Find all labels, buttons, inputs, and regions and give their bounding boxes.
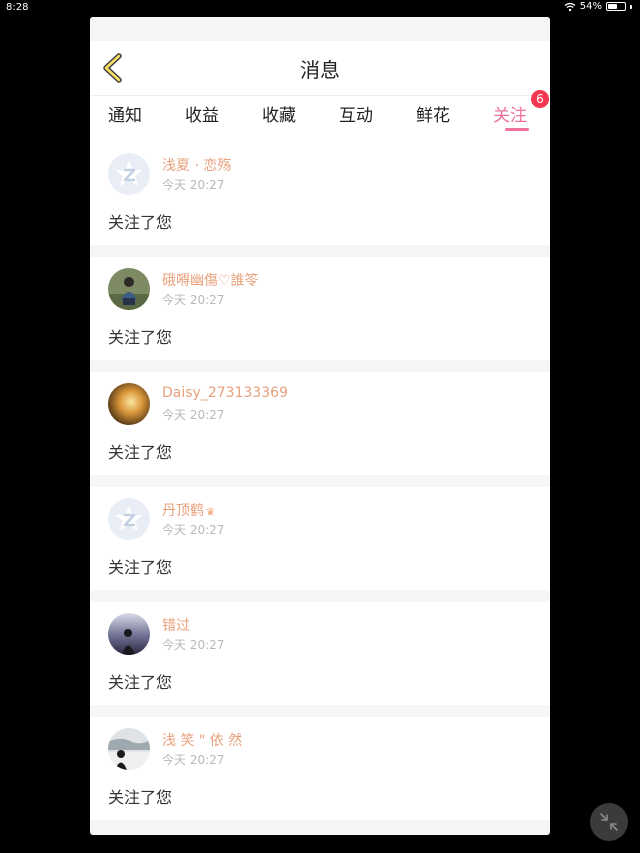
message-text: 关注了您 [108,788,173,807]
crown-icon: ♛ [206,507,215,518]
nav-header: 消息 [90,41,550,96]
message-text: 关注了您 [108,558,173,577]
timestamp: 今天 20:27 [162,293,225,307]
tab-flowers[interactable]: 鲜花 [416,101,450,126]
person-photo-icon [108,268,150,310]
glow-photo-icon [108,383,150,425]
avatar[interactable] [108,153,150,195]
status-time: 8:28 [6,2,29,13]
message-text: 关注了您 [108,213,173,232]
default-avatar-icon [108,498,150,540]
shrink-window-button[interactable] [590,803,628,841]
username[interactable]: 浅 笑 " 依 然 [162,730,242,750]
unread-badge: 6 [531,90,549,108]
tab-earnings[interactable]: 收益 [185,101,219,126]
tab-active-indicator [505,128,529,131]
list-item[interactable]: 硪嘚幽傷♡誰笭 今天 20:27 关注了您 [90,257,550,360]
battery-percent: 54% [579,1,602,12]
tab-favorites[interactable]: 收藏 [262,101,296,126]
message-text: 关注了您 [108,673,173,692]
silhouette-photo-icon [108,613,150,655]
avatar[interactable] [108,728,150,770]
default-avatar-icon [108,153,150,195]
tab-follow-label: 关注 [493,106,527,126]
message-text: 关注了您 [108,328,173,347]
username[interactable]: 硪嘚幽傷♡誰笭 [162,270,259,290]
battery-icon [606,2,626,11]
list-item[interactable]: 错过 今天 20:27 关注了您 [90,602,550,705]
username[interactable]: 错过 [162,615,190,635]
username[interactable]: Daisy_273133369 [162,385,288,401]
timestamp: 今天 20:27 [162,638,225,652]
tab-bar: 通知 收益 收藏 互动 鲜花 关注 6 [90,90,550,142]
avatar[interactable] [108,268,150,310]
list-item[interactable]: 丹顶鹤 ♛ 今天 20:27 关注了您 [90,487,550,590]
notification-list: 浅夏 · 恋殇 今天 20:27 关注了您 硪嘚幽傷♡誰笭 今天 20:27 关… [90,142,550,820]
tab-notice[interactable]: 通知 [108,101,142,126]
list-item[interactable]: 浅 笑 " 依 然 今天 20:27 关注了您 [90,717,550,820]
app-window: 消息 通知 收益 收藏 互动 鲜花 关注 6 浅夏 · 恋殇 今天 20:27 … [90,17,550,835]
username[interactable]: 丹顶鹤 ♛ [162,500,215,520]
status-bar: 8:28 54% [0,0,640,16]
page-title: 消息 [300,58,340,82]
avatar[interactable] [108,498,150,540]
list-item[interactable]: 浅夏 · 恋殇 今天 20:27 关注了您 [90,142,550,245]
username-text: 丹顶鹤 [162,503,204,519]
username[interactable]: 浅夏 · 恋殇 [162,155,231,175]
avatar[interactable] [108,383,150,425]
timestamp: 今天 20:27 [162,408,225,422]
tab-interaction[interactable]: 互动 [339,101,373,126]
timestamp: 今天 20:27 [162,523,225,537]
wifi-icon [564,2,576,11]
timestamp: 今天 20:27 [162,753,225,767]
tab-follow[interactable]: 关注 [493,101,529,131]
collapse-arrows-icon [600,813,618,831]
timestamp: 今天 20:27 [162,178,225,192]
girl-photo-icon [108,728,150,770]
list-item[interactable]: Daisy_273133369 今天 20:27 关注了您 [90,372,550,475]
avatar[interactable] [108,613,150,655]
message-text: 关注了您 [108,443,173,462]
status-right: 54% [564,1,632,12]
